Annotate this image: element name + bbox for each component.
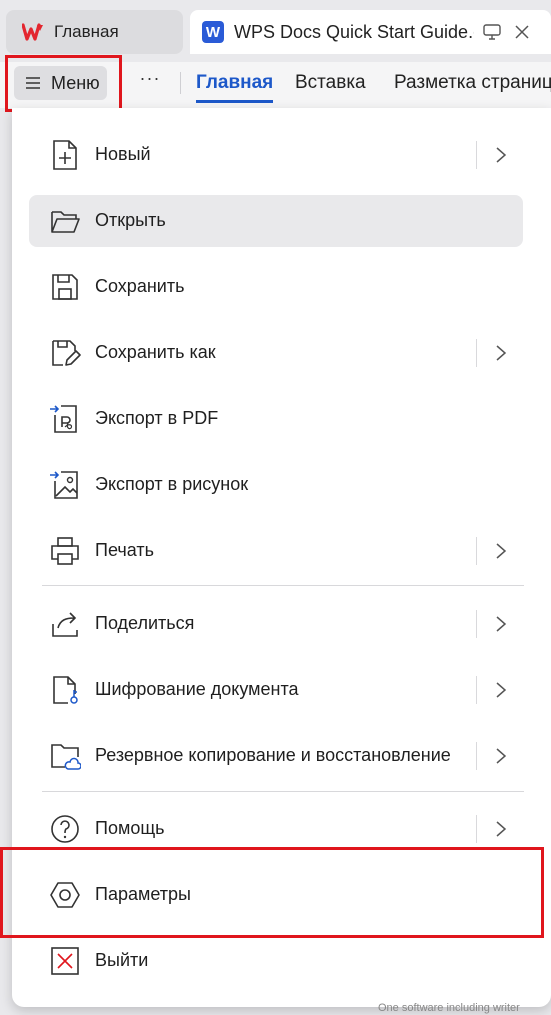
chevron-right-icon[interactable] bbox=[495, 344, 507, 362]
writer-doc-icon: W bbox=[202, 21, 224, 43]
active-tab-underline bbox=[196, 100, 273, 103]
printer-icon bbox=[49, 535, 81, 567]
chevron-right-icon[interactable] bbox=[495, 681, 507, 699]
tab-bar: Главная W WPS Docs Quick Start Guide.do bbox=[0, 0, 551, 62]
menu-item-label: Выйти bbox=[95, 950, 149, 970]
menu-item-label: Резервное копирование и восстановление bbox=[95, 745, 451, 765]
chevron-right-icon[interactable] bbox=[495, 615, 507, 633]
menu-item-print[interactable]: Печать bbox=[29, 525, 523, 577]
menu-item-export-image[interactable]: Экспорт в рисунок bbox=[29, 459, 523, 511]
menu-item-label: Сохранить bbox=[95, 276, 185, 296]
more-options-button[interactable]: ··· bbox=[136, 64, 164, 92]
menu-divider bbox=[42, 585, 524, 586]
save-as-icon bbox=[49, 337, 81, 369]
save-icon bbox=[49, 271, 81, 303]
menu-item-export-pdf[interactable]: Экспорт в PDF bbox=[29, 393, 523, 445]
menu-item-label: Поделиться bbox=[95, 613, 195, 633]
menu-item-label: Помощь bbox=[95, 818, 165, 838]
ribbon-tab-home[interactable]: Главная bbox=[196, 72, 273, 94]
menu-item-backup[interactable]: Резервное копирование и восстановление bbox=[29, 730, 523, 782]
tab-document[interactable]: W WPS Docs Quick Start Guide.do bbox=[190, 10, 551, 54]
menu-item-encrypt[interactable]: Шифрование документа bbox=[29, 664, 523, 716]
tab-document-title: WPS Docs Quick Start Guide.do bbox=[234, 21, 474, 42]
menu-item-label: Экспорт в рисунок bbox=[95, 474, 249, 494]
wps-logo-icon bbox=[22, 21, 44, 43]
submenu-separator bbox=[476, 676, 477, 704]
menu-item-label: Сохранить как bbox=[95, 342, 216, 362]
menu-item-open[interactable]: Открыть bbox=[29, 195, 523, 247]
ribbon-separator bbox=[180, 72, 181, 94]
submenu-separator bbox=[476, 339, 477, 367]
tab-home-label: Главная bbox=[54, 22, 119, 41]
menu-item-save-as[interactable]: Сохранить как bbox=[29, 327, 523, 379]
submenu-separator bbox=[476, 742, 477, 770]
menu-item-label: Шифрование документа bbox=[95, 679, 299, 699]
menu-button-highlight bbox=[5, 55, 122, 112]
export-pdf-icon bbox=[49, 403, 81, 435]
chevron-right-icon[interactable] bbox=[495, 542, 507, 560]
folder-open-icon bbox=[49, 205, 81, 237]
menu-item-exit[interactable]: Выйти bbox=[29, 935, 523, 987]
ribbon-tab-insert[interactable]: Вставка bbox=[295, 72, 366, 94]
menu-divider bbox=[42, 791, 524, 792]
menu-item-label: Открыть bbox=[95, 210, 166, 230]
share-icon bbox=[49, 608, 81, 640]
submenu-separator bbox=[476, 815, 477, 843]
settings-highlight bbox=[0, 847, 544, 938]
chevron-right-icon[interactable] bbox=[495, 820, 507, 838]
close-icon[interactable] bbox=[510, 20, 534, 44]
chevron-right-icon[interactable] bbox=[495, 146, 507, 164]
menu-item-save[interactable]: Сохранить bbox=[29, 261, 523, 313]
export-image-icon bbox=[49, 469, 81, 501]
ribbon-tab-page-layout[interactable]: Разметка страниц bbox=[394, 72, 551, 94]
chevron-right-icon[interactable] bbox=[495, 747, 507, 765]
help-icon bbox=[49, 813, 81, 845]
backup-icon bbox=[49, 740, 82, 772]
tab-home[interactable]: Главная bbox=[6, 10, 183, 54]
menu-item-label: Экспорт в PDF bbox=[95, 408, 219, 428]
exit-icon bbox=[49, 945, 81, 977]
submenu-separator bbox=[476, 537, 477, 565]
monitor-icon[interactable] bbox=[480, 20, 504, 44]
submenu-separator bbox=[476, 141, 477, 169]
background-document-text: One software including writer bbox=[378, 1002, 520, 1014]
new-doc-icon bbox=[49, 139, 81, 171]
menu-item-label: Новый bbox=[95, 144, 151, 164]
menu-item-new[interactable]: Новый bbox=[29, 129, 523, 181]
menu-item-label: Печать bbox=[95, 540, 154, 560]
submenu-separator bbox=[476, 610, 477, 638]
encrypt-doc-icon bbox=[49, 674, 81, 706]
menu-item-share[interactable]: Поделиться bbox=[29, 598, 523, 650]
